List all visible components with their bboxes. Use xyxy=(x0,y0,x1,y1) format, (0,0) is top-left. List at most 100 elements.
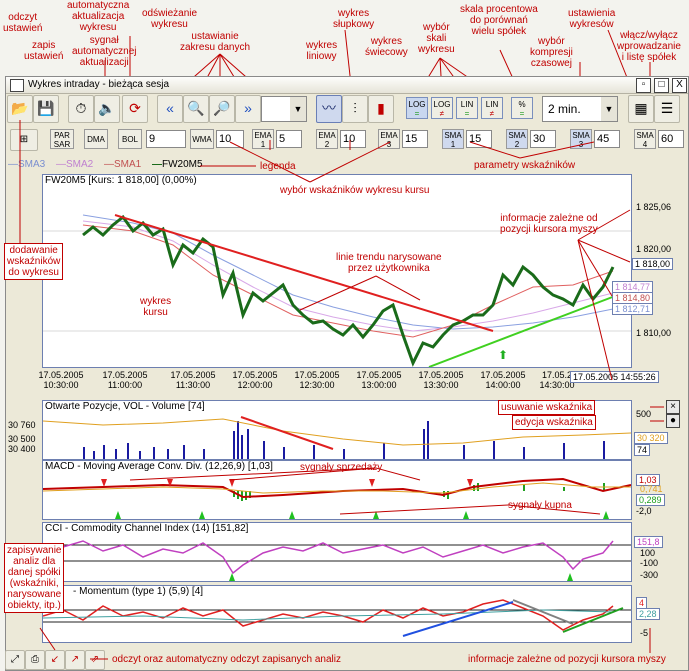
chevron-down-icon: ▼ xyxy=(290,97,306,121)
scale-percent-button[interactable]: % = xyxy=(511,97,533,119)
update-signal-button[interactable]: 🔈 xyxy=(94,95,120,123)
scale-log-equal-button[interactable]: LOG = xyxy=(406,97,428,119)
scale-lin-notequal-button[interactable]: LIN ≠ xyxy=(481,97,503,119)
scale-pct-top: % xyxy=(518,100,526,109)
range-back-button[interactable]: « xyxy=(157,95,183,123)
vol-y-left-3: 30 400 xyxy=(8,444,36,454)
save-analysis-button[interactable]: ⤢ xyxy=(5,650,25,670)
scale-lin-ne-bottom: ≠ xyxy=(489,109,495,118)
mom-y-3: -5 xyxy=(640,628,649,638)
chart-legend: —SMA3 —SMA2 —SMA1 —FW20M5 xyxy=(6,159,226,173)
toggle-list-button[interactable]: ☰ xyxy=(654,95,680,123)
ema3-param[interactable]: 15 xyxy=(402,130,428,148)
xtick-5: 17.05.2005 13:00:00 xyxy=(356,370,402,390)
cci-tag-1: 151,8 xyxy=(634,536,663,548)
ema2-button[interactable]: EMA 2 xyxy=(316,129,338,149)
scale-log-notequal-button[interactable]: LOG ≠ xyxy=(431,97,453,119)
annot-legenda: legenda xyxy=(260,161,296,172)
ema1-param[interactable]: 5 xyxy=(276,130,302,148)
sma1-button[interactable]: SMA 1 xyxy=(442,129,464,149)
compression-select[interactable]: 2 min. ▼ xyxy=(542,96,618,122)
bol-param[interactable]: 9 xyxy=(146,130,186,148)
annot-dodawanie: dodawanie wskaźników do wykresu xyxy=(4,243,64,280)
scale-lin-ne-top: LIN xyxy=(485,100,499,109)
sma2-button[interactable]: SMA 2 xyxy=(506,129,528,149)
candlestick-icon: ▮ xyxy=(377,100,385,116)
import-icon: ↗ xyxy=(70,654,80,665)
refresh-button[interactable]: ⟳ xyxy=(122,95,148,123)
range-dropdown[interactable]: ▼ xyxy=(261,96,307,122)
sma3-button[interactable]: SMA 3 xyxy=(570,129,592,149)
wma-param[interactable]: 10 xyxy=(216,130,244,148)
remove-indicator-button[interactable]: × xyxy=(666,400,680,414)
scale-lin-equal-button[interactable]: LIN = xyxy=(456,97,478,119)
annot-odczyt-analiz: odczyt oraz automatyczny odczyt zapisany… xyxy=(112,654,341,665)
edit-indicator-button[interactable]: ● xyxy=(666,414,680,428)
price-y-1: 1 825,06 xyxy=(636,202,672,212)
macd-tag-3: 0,289 xyxy=(636,494,665,506)
scale-log-ne-top: LOG xyxy=(433,100,451,109)
sma4-param[interactable]: 60 xyxy=(658,130,684,148)
sma2-param[interactable]: 30 xyxy=(530,130,556,148)
momentum-trend-gray xyxy=(512,599,574,625)
load-analysis-button[interactable]: ↗ xyxy=(65,650,85,670)
zoom-in-button[interactable]: 🔍 xyxy=(183,95,209,123)
momentum-panel[interactable]: - Momentum (type 1) (5,9) [4] xyxy=(42,585,632,643)
sell-signal xyxy=(467,479,473,487)
save-analysis-file-button[interactable]: ↙ xyxy=(45,650,65,670)
cci-y-3: -100 xyxy=(640,558,659,568)
sma3-param[interactable]: 45 xyxy=(594,130,620,148)
sell-signal xyxy=(229,479,235,487)
ema3-button[interactable]: EMA 3 xyxy=(378,129,400,149)
range-forward-button[interactable]: » xyxy=(235,95,261,123)
zoom-out-button[interactable]: 🔎 xyxy=(209,95,235,123)
par-sar-button[interactable]: PAR SAR xyxy=(50,129,74,149)
ema1-button[interactable]: EMA 1 xyxy=(252,129,274,149)
add-indicator-button[interactable]: ⊞ xyxy=(10,129,38,151)
bol-button[interactable]: BOL xyxy=(118,129,142,149)
line-chart-icon: 〰 xyxy=(322,100,336,116)
price-tag-sma3: 1 812,71 xyxy=(612,303,654,315)
print-icon: ⎙ xyxy=(31,654,39,665)
legend-sma2-label: SMA2 xyxy=(66,159,94,170)
auto-load-analysis-button[interactable]: ⇗ xyxy=(85,650,105,670)
cci-panel[interactable]: CCI - Commodity Channel Index (14) [151,… xyxy=(42,522,632,582)
price-y-2: 1 820,00 xyxy=(636,244,672,254)
minimize-button[interactable]: ▫ xyxy=(636,78,651,93)
buy-arrow: ⬆ xyxy=(498,348,508,362)
legend-price-label: FW20M5 xyxy=(162,159,203,170)
print-button[interactable]: ⎙ xyxy=(25,650,45,670)
list-icon: ☰ xyxy=(660,100,674,116)
wma-button[interactable]: WMA xyxy=(190,129,214,149)
xtick-4: 17.05.2005 12:30:00 xyxy=(294,370,340,390)
bar-chart-button[interactable]: ⫶ xyxy=(342,95,368,123)
buy-signal xyxy=(115,511,121,519)
candle-chart-button[interactable]: ▮ xyxy=(368,95,394,123)
auto-update-button[interactable]: ⏱ xyxy=(68,95,94,123)
cci-y-4: -300 xyxy=(640,570,659,580)
annot-info-kursor: informacje zależne od pozycji kursora my… xyxy=(500,213,598,235)
sma1-param[interactable]: 15 xyxy=(466,130,492,148)
cci-buy-signal xyxy=(567,573,573,581)
sma4-button[interactable]: SMA 4 xyxy=(634,129,656,149)
annot-usuwanie: usuwanie wskaźnika xyxy=(498,400,596,415)
macd-y-4: -2,0 xyxy=(636,506,652,516)
scale-log-eq-top: LOG xyxy=(408,100,426,109)
annot-wybor-wsk: wybór wskaźników wykresu kursu xyxy=(280,185,430,196)
close-button[interactable]: X xyxy=(672,78,687,93)
save-settings-button[interactable]: 💾 xyxy=(33,95,59,123)
legend-sma1-label: SMA1 xyxy=(114,159,142,170)
line-chart-button[interactable]: 〰 xyxy=(316,95,342,123)
ema2-param[interactable]: 10 xyxy=(340,130,366,148)
annot-info-bottom: informacje zależne od pozycji kursora my… xyxy=(468,654,666,665)
dma-button[interactable]: DMA xyxy=(84,129,108,149)
mom-tag-2: 2,28 xyxy=(636,608,660,620)
open-settings-button[interactable]: 📂 xyxy=(7,95,33,123)
maximize-button[interactable]: □ xyxy=(654,78,669,93)
scale-log-eq-bottom: = xyxy=(414,109,420,118)
chart-settings-button[interactable]: ▦ xyxy=(628,95,654,123)
xtick-7: 17.05.2005 14:00:00 xyxy=(480,370,526,390)
xtick-6: 17.05.2005 13:30:00 xyxy=(418,370,464,390)
legend-price: —FW20M5 xyxy=(152,159,203,170)
folder-open-icon: 📂 xyxy=(11,100,29,116)
